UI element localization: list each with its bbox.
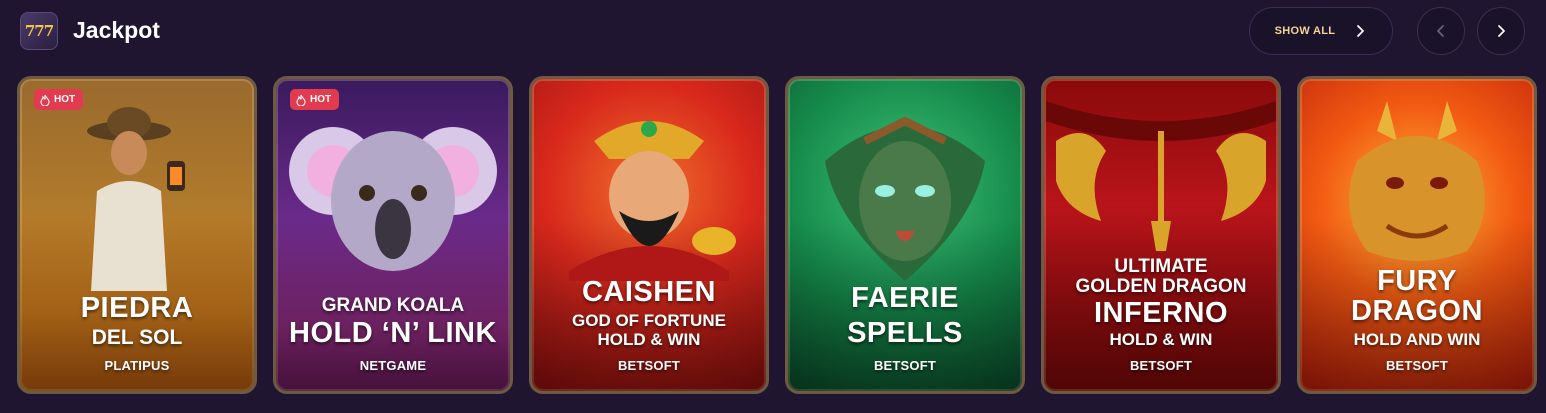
game-title-line: HOLD ‘N’ LINK xyxy=(289,317,497,349)
show-all-button[interactable]: SHOW ALL xyxy=(1249,7,1393,55)
game-title-line: PIEDRA xyxy=(80,292,194,324)
game-card-fury-dragon[interactable]: FURY DRAGON HOLD AND WIN BETSOFT xyxy=(1297,76,1537,394)
game-provider: BETSOFT xyxy=(617,358,681,373)
game-title-line: FAERIE xyxy=(851,282,959,314)
game-card-golden-dragon-inferno[interactable]: ULTIMATE GOLDEN DRAGON INFERNO HOLD & WI… xyxy=(1041,76,1281,394)
carousel-next-button[interactable] xyxy=(1477,7,1525,55)
game-provider: PLATIPUS xyxy=(104,358,170,373)
flame-icon xyxy=(40,94,50,106)
chevron-right-icon xyxy=(1498,25,1505,37)
forest-spirit-mask-image xyxy=(825,116,985,281)
jackpot-logo-icon: 777 xyxy=(20,12,58,50)
carousel-prev-button[interactable] xyxy=(1417,7,1465,55)
game-title-line: FURY xyxy=(1377,265,1457,297)
game-card-faerie-spells[interactable]: FAERIE SPELLS BETSOFT xyxy=(785,76,1025,394)
game-title-line: GOLDEN DRAGON xyxy=(1075,276,1247,297)
game-card-caishen[interactable]: CAISHEN GOD OF FORTUNE HOLD & WIN BETSOF… xyxy=(529,76,769,394)
game-title-line: GRAND KOALA xyxy=(321,295,465,316)
hot-badge: HOT xyxy=(34,89,84,110)
game-title-line: ULTIMATE xyxy=(1114,256,1208,277)
game-provider: NETGAME xyxy=(359,358,427,373)
game-card-piedra-del-sol[interactable]: HOT PIEDRA DEL SOL PLATIPUS xyxy=(17,76,257,394)
fire-dragon-image xyxy=(1349,101,1485,261)
flame-icon xyxy=(296,94,306,106)
chevron-right-icon xyxy=(1357,25,1365,37)
game-title-line: HOLD & WIN xyxy=(1109,330,1213,349)
game-title: ULTIMATE GOLDEN DRAGON INFERNO HOLD & WI… xyxy=(1044,257,1278,373)
game-provider: BETSOFT xyxy=(873,358,937,373)
game-title: GRAND KOALA HOLD ‘N’ LINK NETGAME xyxy=(276,296,510,373)
game-title: CAISHEN GOD OF FORTUNE HOLD & WIN BETSOF… xyxy=(532,276,766,374)
game-provider: BETSOFT xyxy=(1129,358,1193,373)
game-title-line: GOD OF FORTUNE xyxy=(572,311,726,330)
game-title-line: INFERNO xyxy=(1094,297,1228,329)
hot-badge-label: HOT xyxy=(54,94,76,105)
hot-badge-label: HOT xyxy=(310,94,332,105)
game-title: FURY DRAGON HOLD AND WIN BETSOFT xyxy=(1300,265,1534,374)
game-title-line: CAISHEN xyxy=(581,276,716,308)
chevron-left-icon xyxy=(1437,25,1444,37)
section-header: 777 Jackpot SHOW ALL xyxy=(0,0,1546,66)
game-title: PIEDRA DEL SOL PLATIPUS xyxy=(20,292,254,374)
game-provider: BETSOFT xyxy=(1385,358,1449,373)
game-title-line: DEL SOL xyxy=(91,326,183,349)
game-title-line: HOLD AND WIN xyxy=(1353,330,1481,349)
caishen-character-image xyxy=(569,121,736,281)
game-title-line: DRAGON xyxy=(1351,295,1483,327)
hot-badge: HOT xyxy=(290,89,340,110)
twin-golden-dragons-image xyxy=(1046,101,1276,251)
explorer-character-image xyxy=(87,107,185,291)
game-title-line: HOLD & WIN xyxy=(597,330,701,349)
show-all-label: SHOW ALL xyxy=(1274,25,1336,37)
koala-character-image xyxy=(289,127,497,271)
game-title-line: SPELLS xyxy=(847,317,963,349)
section-title: Jackpot xyxy=(73,17,160,43)
game-card-grand-koala[interactable]: HOT GRAND KOALA HOLD ‘N’ LINK NETGAME xyxy=(273,76,513,394)
game-title: FAERIE SPELLS BETSOFT xyxy=(788,282,1022,374)
